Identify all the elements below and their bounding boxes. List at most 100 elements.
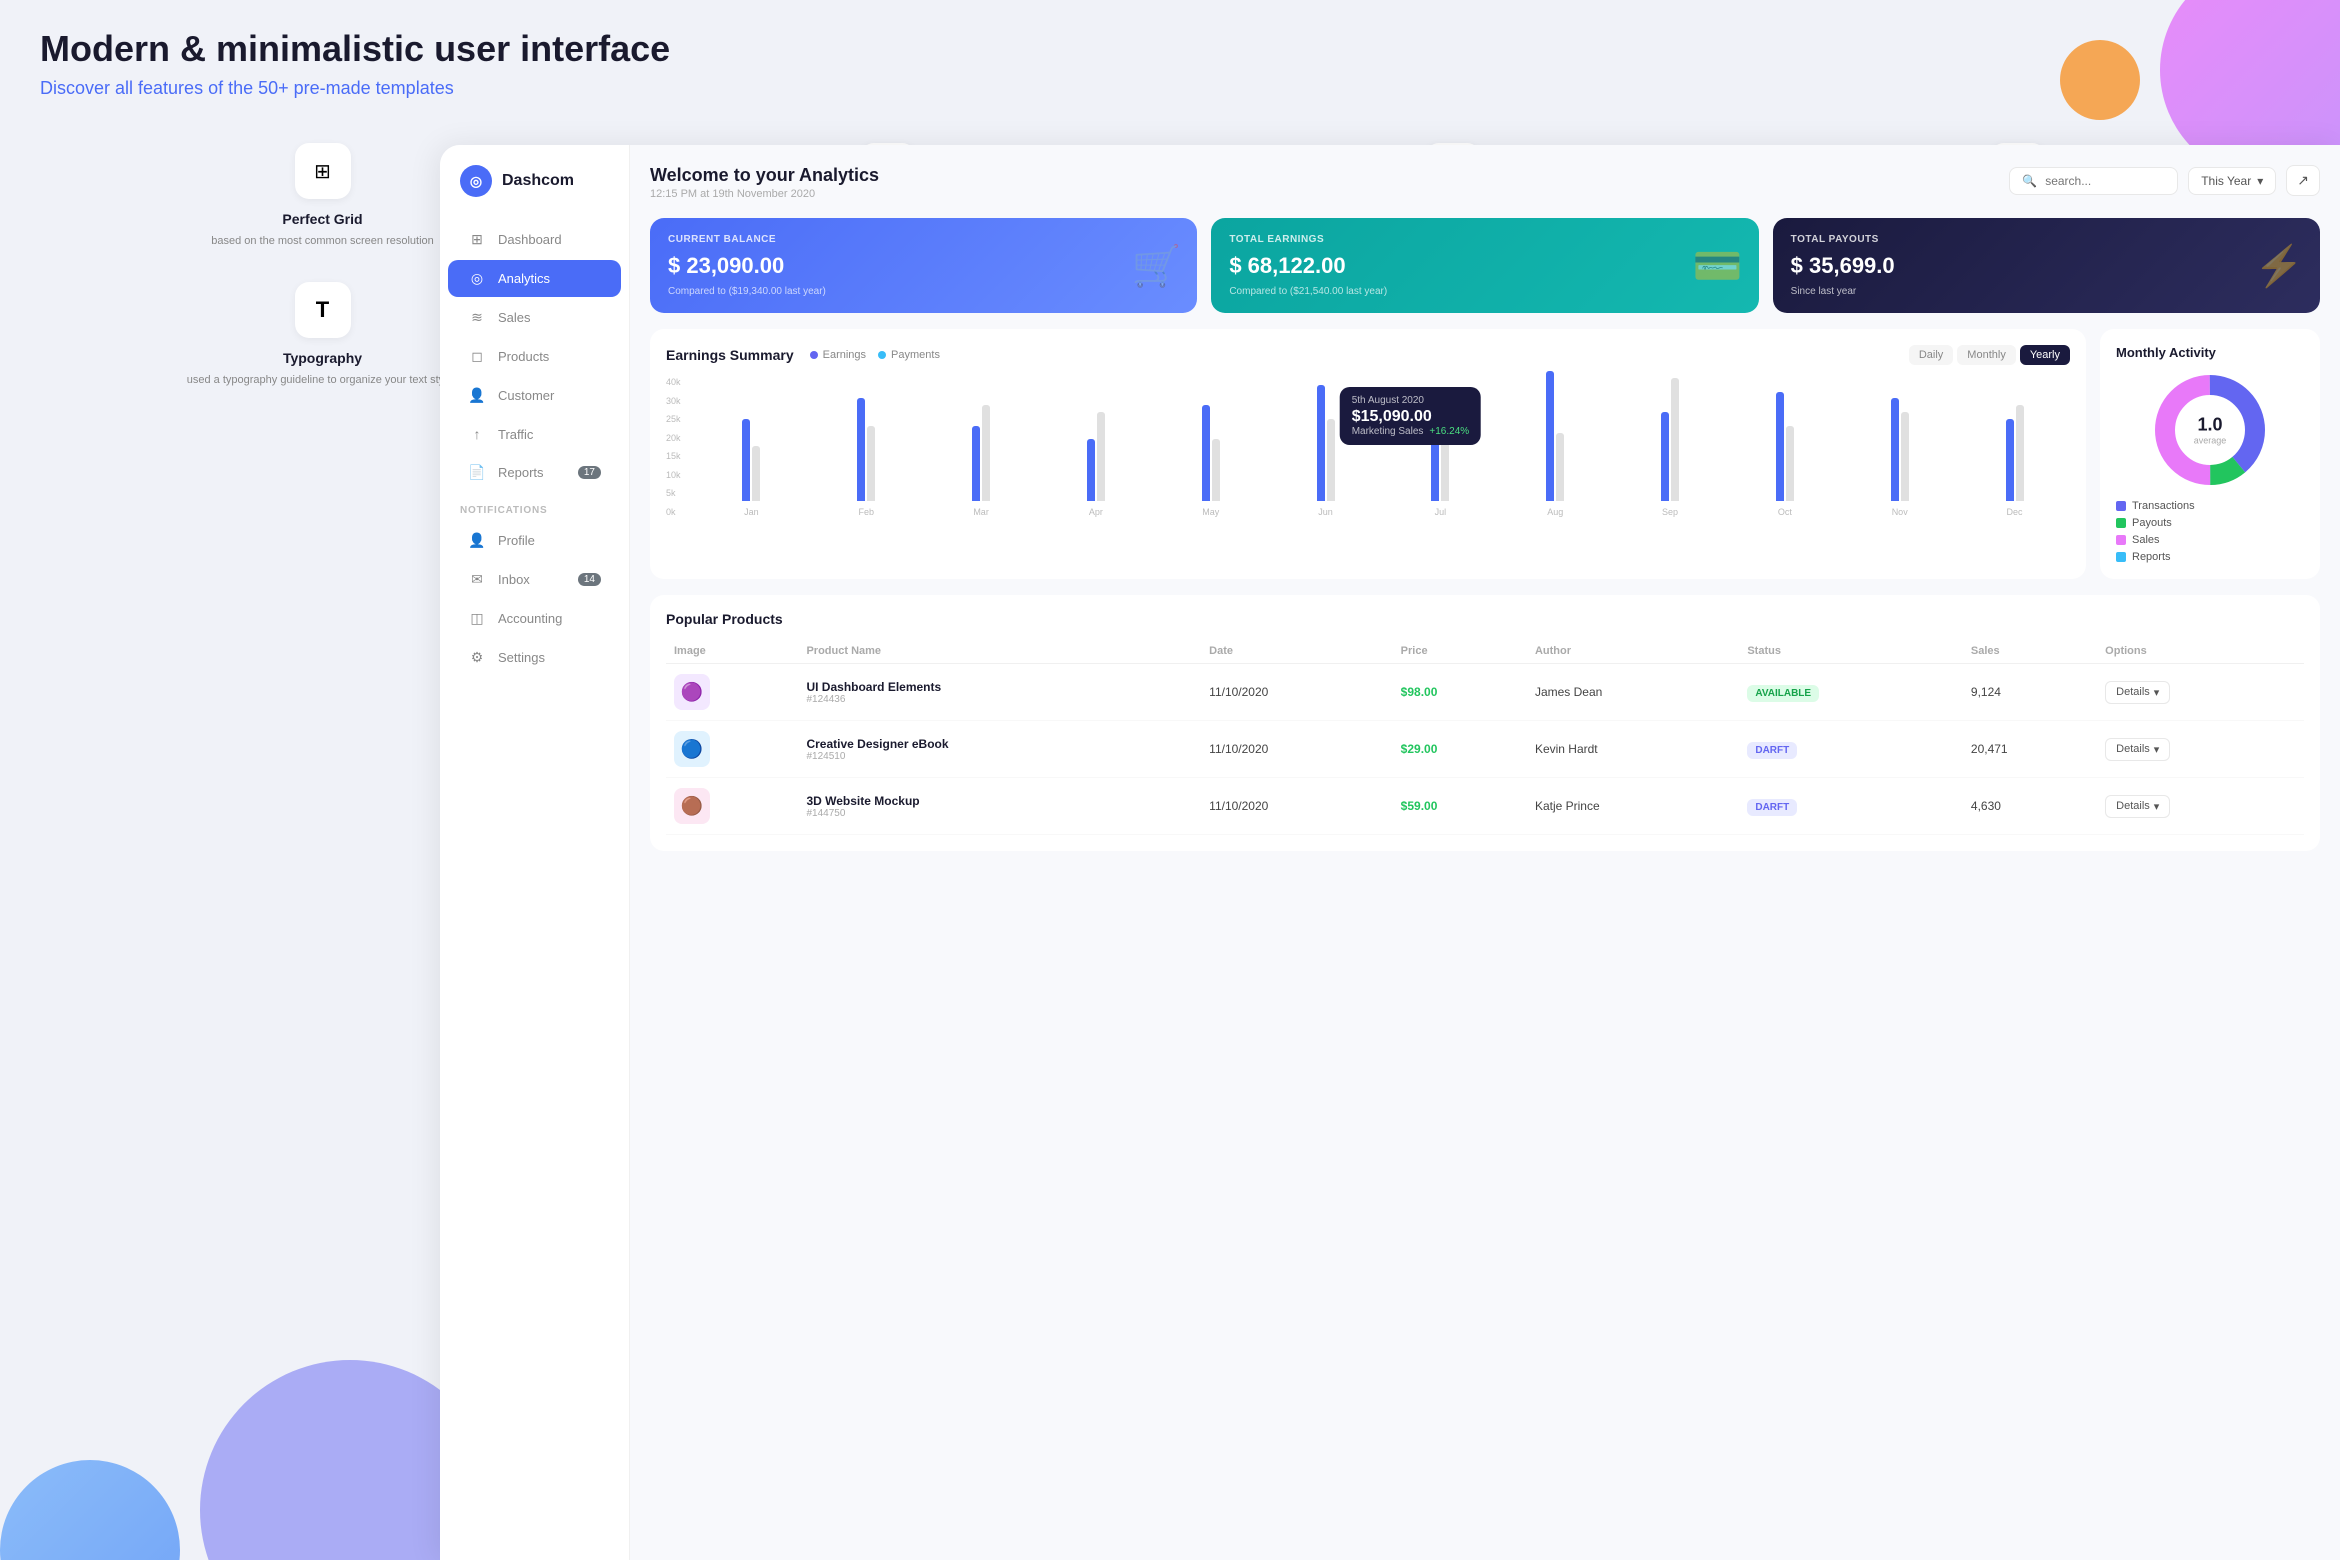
sidebar-label: Dashboard bbox=[498, 232, 562, 247]
sidebar-item-inbox[interactable]: ✉ Inbox 14 bbox=[448, 561, 621, 598]
bar-blue bbox=[1546, 371, 1554, 501]
product-name-cell: Creative Designer eBook #124510 bbox=[798, 721, 1201, 778]
bar-month-label: Sep bbox=[1662, 507, 1678, 517]
product-options-cell[interactable]: Details ▾ bbox=[2097, 778, 2304, 835]
product-status-cell: DARFT bbox=[1739, 778, 1963, 835]
bar-blue bbox=[742, 419, 750, 501]
product-img-cell: 🟣 bbox=[666, 664, 798, 721]
sidebar-label: Traffic bbox=[498, 427, 533, 442]
stat-compare: Since last year bbox=[1791, 286, 2302, 297]
sidebar-item-reports[interactable]: 📄 Reports 17 bbox=[448, 454, 621, 491]
status-badge: DARFT bbox=[1747, 799, 1797, 816]
logo-icon: ◎ bbox=[460, 165, 492, 197]
search-icon: 🔍 bbox=[2022, 174, 2037, 188]
legend-sales: Sales bbox=[2116, 534, 2304, 546]
tooltip-value: $15,090.00 bbox=[1352, 408, 1469, 426]
sidebar-label: Reports bbox=[498, 465, 544, 480]
sidebar-item-profile[interactable]: 👤 Profile bbox=[448, 522, 621, 559]
details-button[interactable]: Details ▾ bbox=[2105, 681, 2170, 704]
bar-pair bbox=[972, 361, 990, 501]
product-price: $29.00 bbox=[1401, 742, 1438, 756]
bar-blue bbox=[857, 398, 865, 501]
activity-title: Monthly Activity bbox=[2116, 345, 2304, 360]
analytics-icon: ◎ bbox=[468, 270, 486, 287]
sidebar-item-traffic[interactable]: ↑ Traffic bbox=[448, 416, 621, 452]
product-options-cell[interactable]: Details ▾ bbox=[2097, 721, 2304, 778]
product-id: #124510 bbox=[806, 751, 1193, 762]
product-image: 🔵 bbox=[674, 731, 710, 767]
time-filter-button[interactable]: This Year ▾ bbox=[2188, 167, 2276, 195]
bar-blue bbox=[1087, 439, 1095, 501]
col-product-name: Product Name bbox=[798, 639, 1201, 664]
donut-label: average bbox=[2194, 436, 2227, 446]
sales-color bbox=[2116, 535, 2126, 545]
bar-group-nov: Nov bbox=[1844, 361, 1955, 517]
bar-gray bbox=[1327, 419, 1335, 501]
settings-icon: ⚙ bbox=[468, 649, 486, 666]
bar-blue bbox=[1202, 405, 1210, 501]
export-button[interactable]: ↗ bbox=[2286, 165, 2320, 196]
main-content: Welcome to your Analytics 12:15 PM at 19… bbox=[630, 145, 2340, 1560]
legend-reports: Reports bbox=[2116, 551, 2304, 563]
sidebar-item-analytics[interactable]: ◎ Analytics bbox=[448, 260, 621, 297]
header-actions: 🔍 This Year ▾ ↗ bbox=[2009, 165, 2320, 196]
sidebar-item-products[interactable]: ◻ Products bbox=[448, 338, 621, 375]
sidebar-item-accounting[interactable]: ◫ Accounting bbox=[448, 600, 621, 637]
notifications-section-label: NOTIFICATIONS bbox=[440, 493, 629, 520]
bar-month-label: Jun bbox=[1318, 507, 1333, 517]
feature-desc: used a typography guideline to organize … bbox=[187, 372, 459, 389]
header-title: Welcome to your Analytics bbox=[650, 165, 879, 186]
bar-gray bbox=[1097, 412, 1105, 501]
legend-text: Payouts bbox=[2132, 517, 2172, 529]
sidebar-item-customer[interactable]: 👤 Customer bbox=[448, 377, 621, 414]
product-options-cell[interactable]: Details ▾ bbox=[2097, 664, 2304, 721]
search-input[interactable] bbox=[2045, 174, 2165, 188]
earnings-chart-card: Earnings Summary Earnings Payments bbox=[650, 329, 2086, 579]
details-button[interactable]: Details ▾ bbox=[2105, 738, 2170, 761]
bar-gray bbox=[1212, 439, 1220, 501]
accounting-icon: ◫ bbox=[468, 610, 486, 627]
bar-blue bbox=[1317, 385, 1325, 501]
bar-gray bbox=[982, 405, 990, 501]
charts-section: Earnings Summary Earnings Payments bbox=[650, 329, 2320, 579]
product-date-cell: 11/10/2020 bbox=[1201, 778, 1393, 835]
sales-icon: ≋ bbox=[468, 309, 486, 326]
sidebar-label: Analytics bbox=[498, 271, 550, 286]
stat-label: CURRENT BALANCE bbox=[668, 234, 1179, 245]
chevron-down-icon: ▾ bbox=[2154, 743, 2160, 756]
feature-title: Perfect Grid bbox=[282, 211, 362, 227]
bar-pair bbox=[1202, 361, 1220, 501]
bar-blue bbox=[1891, 398, 1899, 501]
bar-blue bbox=[1661, 412, 1669, 501]
payouts-color bbox=[2116, 518, 2126, 528]
bar-month-label: Jul bbox=[1435, 507, 1447, 517]
sidebar-item-dashboard[interactable]: ⊞ Dashboard bbox=[448, 221, 621, 258]
sidebar-nav: ⊞ Dashboard ◎ Analytics ≋ Sales ◻ Produc… bbox=[440, 221, 629, 1540]
page-subtitle: Discover all features of the 50+ pre-mad… bbox=[40, 78, 2300, 99]
search-box[interactable]: 🔍 bbox=[2009, 167, 2178, 195]
bar-group-apr: Apr bbox=[1040, 361, 1151, 517]
bar-group-mar: Mar bbox=[926, 361, 1037, 517]
status-badge: AVAILABLE bbox=[1747, 685, 1819, 702]
stat-value: $ 68,122.00 bbox=[1229, 253, 1740, 279]
legend-label: Earnings bbox=[823, 349, 866, 361]
typography-icon: T bbox=[295, 282, 351, 338]
details-button[interactable]: Details ▾ bbox=[2105, 795, 2170, 818]
reports-icon: 📄 bbox=[468, 464, 486, 481]
tooltip-date: 5th August 2020 bbox=[1352, 395, 1469, 406]
bar-month-label: Apr bbox=[1089, 507, 1103, 517]
product-date-cell: 11/10/2020 bbox=[1201, 664, 1393, 721]
chart-tooltip: 5th August 2020 $15,090.00 Marketing Sal… bbox=[1340, 387, 1481, 445]
stat-card-earnings: TOTAL EARNINGS $ 68,122.00 Compared to (… bbox=[1211, 218, 1758, 313]
export-icon: ↗ bbox=[2297, 172, 2309, 188]
sidebar-item-settings[interactable]: ⚙ Settings bbox=[448, 639, 621, 676]
col-image: Image bbox=[666, 639, 798, 664]
bar-month-label: Aug bbox=[1547, 507, 1563, 517]
reports-color bbox=[2116, 552, 2126, 562]
table-row: 🟤 3D Website Mockup #144750 11/10/2020 $… bbox=[666, 778, 2304, 835]
product-name-cell: UI Dashboard Elements #124436 bbox=[798, 664, 1201, 721]
bar-blue bbox=[1776, 392, 1784, 501]
sidebar-item-sales[interactable]: ≋ Sales bbox=[448, 299, 621, 336]
transactions-color bbox=[2116, 501, 2126, 511]
products-table-card: Popular Products Image Product Name Date… bbox=[650, 595, 2320, 851]
